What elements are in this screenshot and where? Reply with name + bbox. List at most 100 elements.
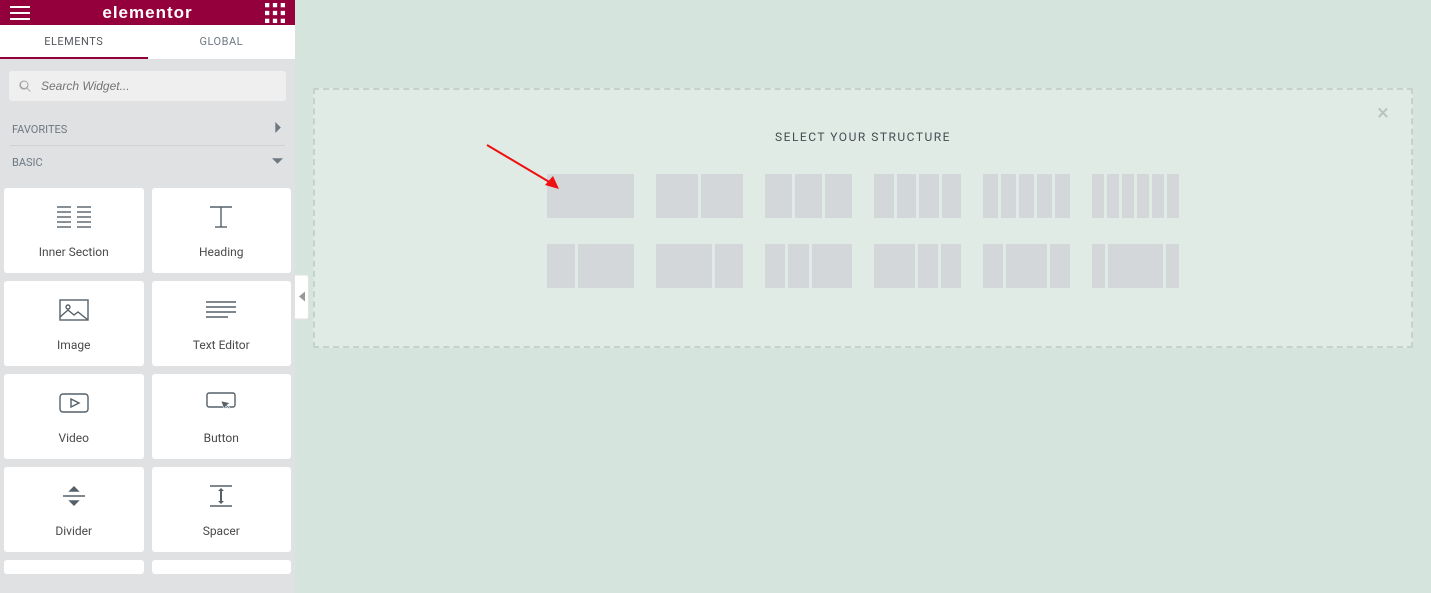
- text-editor-icon: [204, 296, 238, 324]
- preset-column: [1092, 244, 1105, 288]
- structure-preset[interactable]: [1092, 174, 1179, 218]
- image-icon: [57, 296, 91, 324]
- widget-label: Heading: [199, 245, 244, 259]
- widget-spacer[interactable]: Spacer: [152, 467, 292, 552]
- widget-label: Spacer: [203, 524, 240, 538]
- preset-column: [547, 174, 634, 218]
- preset-column: [1092, 174, 1104, 218]
- chevron-left-icon: [299, 292, 305, 302]
- button-icon: [204, 389, 238, 417]
- preset-column: [656, 174, 698, 218]
- preset-column: [1001, 174, 1016, 218]
- preset-column: [547, 244, 575, 288]
- preset-column: [1019, 174, 1034, 218]
- structure-preset[interactable]: [874, 244, 961, 288]
- structure-preset[interactable]: [656, 244, 743, 288]
- video-icon: [57, 389, 91, 417]
- close-icon[interactable]: ×: [1373, 104, 1393, 124]
- preset-column: [578, 244, 634, 288]
- preset-column: [919, 174, 939, 218]
- structure-preset[interactable]: [547, 244, 634, 288]
- preset-column: [1050, 244, 1070, 288]
- preset-column: [1107, 174, 1119, 218]
- search-wrap: [0, 59, 295, 113]
- preset-column: [701, 174, 743, 218]
- preset-column: [1055, 174, 1070, 218]
- structure-preset[interactable]: [765, 244, 852, 288]
- chevron-down-icon: [272, 155, 283, 169]
- widget-text-editor[interactable]: Text Editor: [152, 281, 292, 366]
- heading-icon: [204, 203, 238, 231]
- widget-label: Text Editor: [193, 338, 250, 352]
- tab-global[interactable]: GLOBAL: [148, 25, 296, 59]
- structure-preset[interactable]: [874, 174, 961, 218]
- section-favorites[interactable]: FAVORITES: [0, 113, 295, 145]
- widget-label: Button: [204, 431, 239, 445]
- preset-column: [942, 174, 962, 218]
- divider-icon: [57, 482, 91, 510]
- preset-column: [918, 244, 938, 288]
- preset-column: [795, 174, 822, 218]
- hamburger-icon[interactable]: [10, 3, 30, 23]
- widget-stub[interactable]: [152, 560, 292, 574]
- preset-column: [765, 174, 792, 218]
- structure-preset[interactable]: [656, 174, 743, 218]
- widget-image[interactable]: Image: [4, 281, 144, 366]
- preset-column: [812, 244, 853, 288]
- preset-column: [983, 244, 1003, 288]
- tab-elements[interactable]: ELEMENTS: [0, 25, 148, 59]
- preset-column: [983, 174, 998, 218]
- widget-button[interactable]: Button: [152, 374, 292, 459]
- preset-column: [1167, 174, 1179, 218]
- sidebar-header: elementor: [0, 0, 295, 25]
- search-input[interactable]: [9, 71, 286, 101]
- structure-preset[interactable]: [983, 174, 1070, 218]
- widget-label: Image: [57, 338, 90, 352]
- preset-column: [1122, 174, 1134, 218]
- preset-column: [765, 244, 785, 288]
- sidebar: elementor ELEMENTS GLOBAL FAVORITES BASI…: [0, 0, 295, 593]
- preset-column: [825, 174, 852, 218]
- widget-inner-section[interactable]: Inner Section: [4, 188, 144, 273]
- apps-grid-icon[interactable]: [265, 3, 285, 23]
- structure-preset[interactable]: [547, 174, 634, 218]
- structure-title: SELECT YOUR STRUCTURE: [315, 130, 1411, 144]
- widgets-grid: Inner Section Heading Image: [0, 178, 295, 574]
- preset-column: [715, 244, 743, 288]
- sidebar-tabs: ELEMENTS GLOBAL: [0, 25, 295, 59]
- preset-column: [1137, 174, 1149, 218]
- structure-presets: [315, 174, 1411, 288]
- widget-label: Divider: [55, 524, 92, 538]
- spacer-icon: [204, 482, 238, 510]
- widget-stub[interactable]: [4, 560, 144, 574]
- inner-section-icon: [57, 203, 91, 231]
- basic-label: BASIC: [12, 156, 43, 169]
- editor-canvas: × SELECT YOUR STRUCTURE: [295, 0, 1431, 593]
- chevron-right-icon: [272, 122, 283, 136]
- widget-heading[interactable]: Heading: [152, 188, 292, 273]
- preset-column: [1006, 244, 1047, 288]
- preset-column: [1108, 244, 1163, 288]
- search-icon: [19, 80, 32, 93]
- preset-column: [874, 174, 894, 218]
- brand-label: elementor: [102, 3, 192, 23]
- preset-row: [547, 174, 1179, 218]
- preset-column: [656, 244, 712, 288]
- preset-column: [1037, 174, 1052, 218]
- structure-panel: × SELECT YOUR STRUCTURE: [313, 88, 1413, 348]
- widget-label: Inner Section: [39, 245, 109, 259]
- collapse-sidebar-button[interactable]: [295, 274, 309, 319]
- preset-column: [897, 174, 917, 218]
- widget-label: Video: [58, 431, 89, 445]
- section-basic[interactable]: BASIC: [0, 146, 295, 178]
- structure-preset[interactable]: [765, 174, 852, 218]
- preset-column: [874, 244, 915, 288]
- preset-column: [788, 244, 808, 288]
- preset-row: [547, 244, 1179, 288]
- structure-preset[interactable]: [1092, 244, 1179, 288]
- preset-column: [1152, 174, 1164, 218]
- preset-column: [1166, 244, 1179, 288]
- widget-video[interactable]: Video: [4, 374, 144, 459]
- structure-preset[interactable]: [983, 244, 1070, 288]
- widget-divider[interactable]: Divider: [4, 467, 144, 552]
